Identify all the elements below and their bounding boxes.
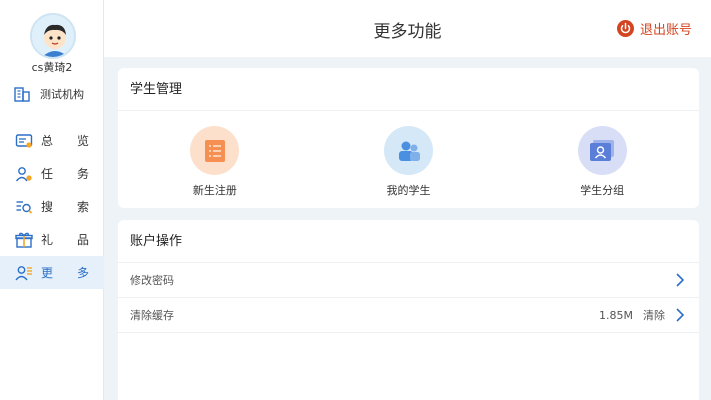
org-label: 测试机构 xyxy=(40,88,84,101)
overview-icon xyxy=(15,133,33,148)
new-student-register-button[interactable]: 新生注册 xyxy=(118,111,312,208)
sidebar-item-more[interactable]: 更多 xyxy=(0,256,104,289)
change-password-row[interactable]: 修改密码 xyxy=(118,263,699,298)
sidebar-item-overview[interactable]: 总览 xyxy=(0,124,104,157)
sidebar-item-search[interactable]: 搜索 xyxy=(0,190,104,223)
clear-cache-row[interactable]: 清除缓存 1.85M 清除 xyxy=(118,298,699,333)
nav-label-2: 览 xyxy=(76,134,89,148)
section-title: 账户操作 xyxy=(118,220,699,263)
more-icon xyxy=(15,265,32,280)
register-icon xyxy=(190,126,240,175)
group-icon xyxy=(577,126,627,175)
username: cs黄琦2 xyxy=(31,61,73,74)
search-icon xyxy=(16,200,33,214)
tile-label: 学生分组 xyxy=(580,184,625,197)
nav-label-2: 多 xyxy=(76,266,89,280)
task-icon xyxy=(15,166,32,181)
nav-label-1: 礼 xyxy=(41,233,54,247)
avatar-icon xyxy=(32,15,74,57)
nav-label-1: 搜 xyxy=(41,200,54,214)
account-operations-card: 账户操作 修改密码 清除缓存 1.85M 清除 xyxy=(118,220,699,400)
nav-label-2: 索 xyxy=(76,200,89,214)
chevron-right-icon xyxy=(676,273,685,287)
building-icon xyxy=(14,87,30,102)
logout-label: 退出账号 xyxy=(639,23,692,38)
student-group-button[interactable]: 学生分组 xyxy=(505,111,699,208)
gift-icon xyxy=(15,232,33,248)
row-label: 清除缓存 xyxy=(130,309,174,322)
row-label: 修改密码 xyxy=(130,274,174,287)
section-title: 学生管理 xyxy=(118,68,699,111)
org-selector[interactable]: 测试机构 xyxy=(13,84,103,104)
sidebar-nav: 总览 任务 搜索 礼 品 更 多 xyxy=(0,124,104,289)
power-icon xyxy=(616,20,634,37)
cache-size: 1.85M xyxy=(599,308,633,322)
student-tiles: 新生注册 我的学生 学生分组 xyxy=(118,111,699,208)
logout-button[interactable]: 退出账号 xyxy=(616,19,692,38)
my-students-button[interactable]: 我的学生 xyxy=(312,111,506,208)
tile-label: 我的学生 xyxy=(386,184,431,197)
chevron-right-icon xyxy=(676,308,685,322)
student-management-card: 学生管理 新生注册 我的学生 学生分组 xyxy=(118,68,699,208)
header: 更多功能 退出账号 xyxy=(104,0,711,57)
sidebar-item-task[interactable]: 任务 xyxy=(0,157,104,190)
nav-label-1: 任 xyxy=(41,167,54,181)
avatar[interactable] xyxy=(30,13,76,59)
nav-label-2: 品 xyxy=(76,233,89,247)
students-icon xyxy=(384,126,433,175)
nav-label-2: 务 xyxy=(76,167,89,181)
tile-label: 新生注册 xyxy=(192,184,237,197)
nav-label-1: 更 xyxy=(41,266,54,280)
sidebar: cs黄琦2 测试机构 总览 任务 搜 索 礼 品 更 多 xyxy=(0,0,104,400)
clear-cache-button[interactable]: 清除 xyxy=(643,307,665,323)
sidebar-item-gift[interactable]: 礼品 xyxy=(0,223,104,256)
nav-label-1: 总 xyxy=(41,134,54,148)
